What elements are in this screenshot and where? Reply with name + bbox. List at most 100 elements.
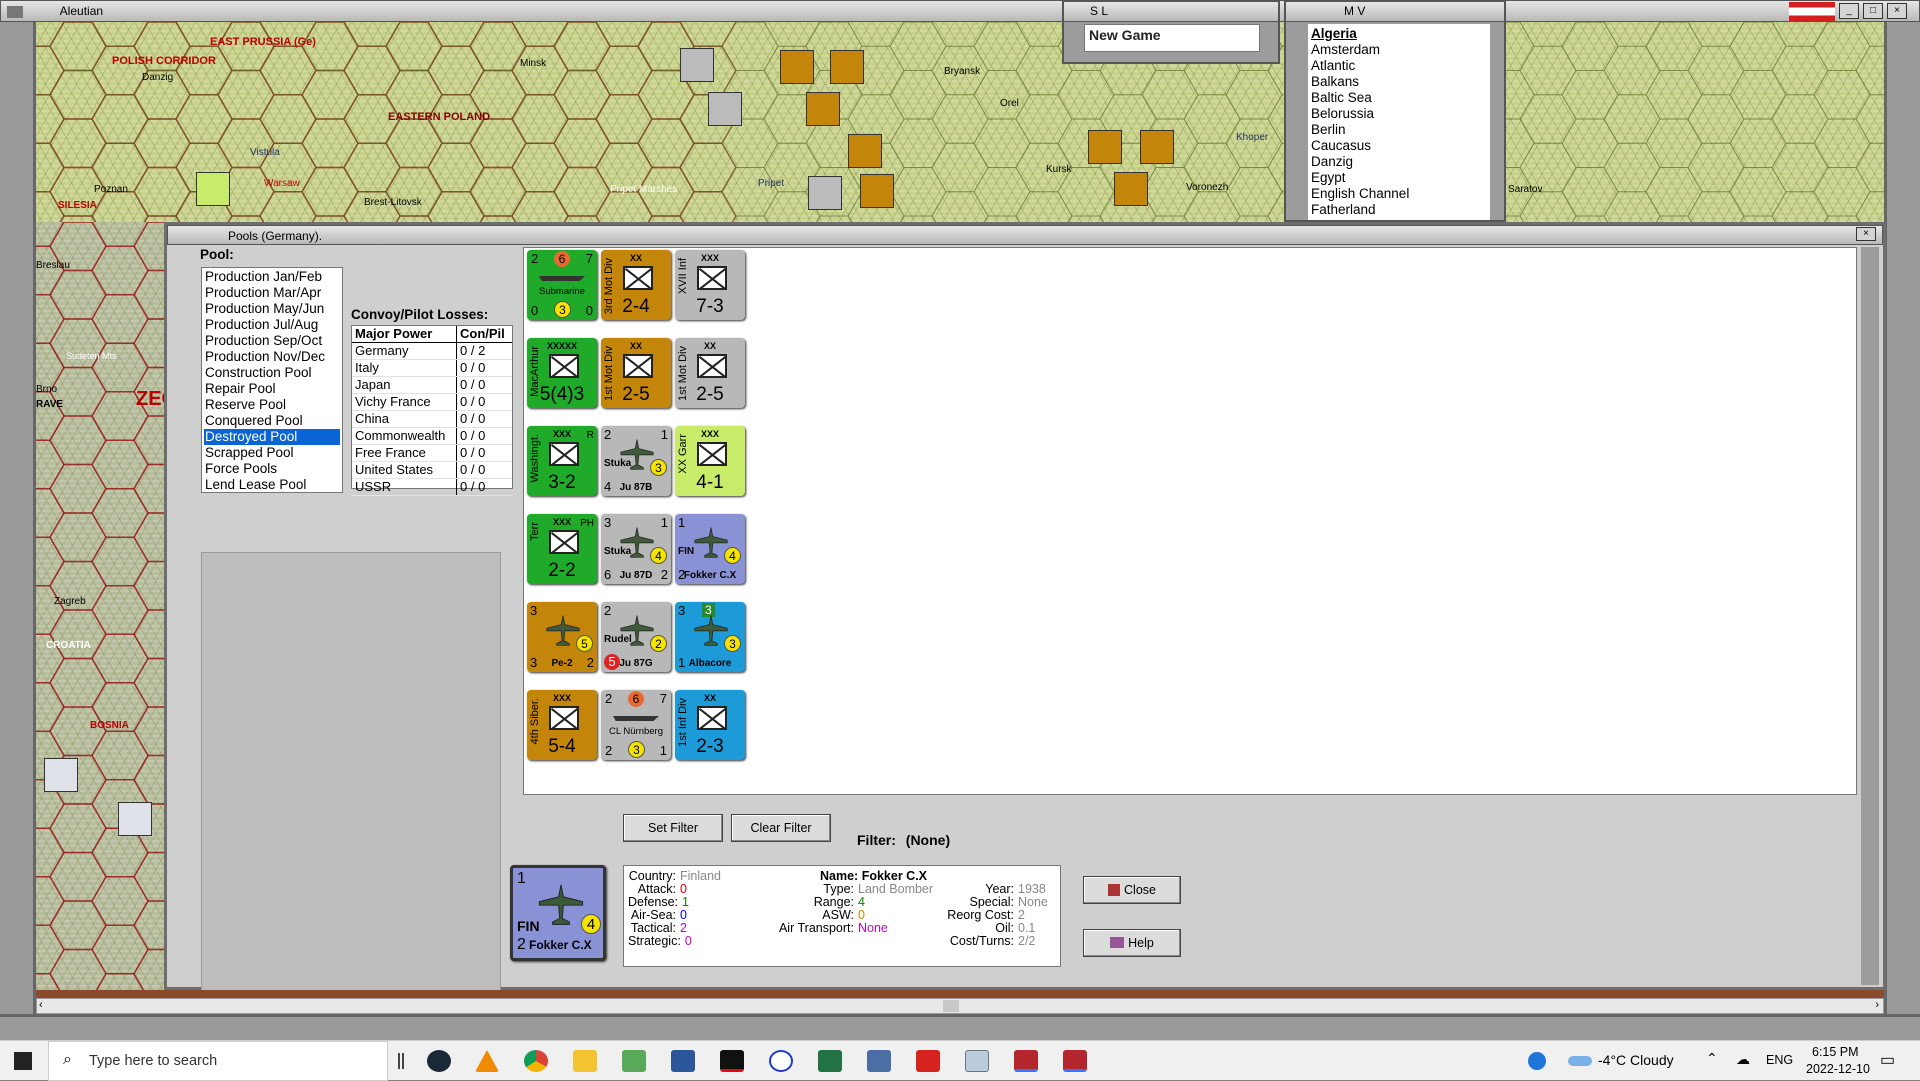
- help-button[interactable]: Help: [1083, 929, 1181, 957]
- pool-list[interactable]: Production Jan/Feb Production Mar/Apr Prod…: [201, 267, 343, 493]
- pool-list-item[interactable]: Scrapped Pool: [204, 445, 340, 461]
- mv-list-item[interactable]: Caucasus: [1311, 138, 1487, 154]
- clock-time[interactable]: 6:15 PM: [1812, 1045, 1859, 1059]
- disney-icon[interactable]: [769, 1050, 793, 1072]
- mv-list-item[interactable]: Baltic Sea: [1311, 90, 1487, 106]
- word-icon[interactable]: [671, 1050, 695, 1072]
- excel-icon[interactable]: [818, 1050, 842, 1072]
- map-unit-counter[interactable]: [118, 802, 152, 836]
- sl-list[interactable]: New Game: [1084, 24, 1260, 52]
- mv-list-item[interactable]: Berlin: [1311, 122, 1487, 138]
- unit-counter[interactable]: 2 1 Stuka 3 4 Ju 87B: [601, 426, 671, 496]
- map-unit-counter[interactable]: [680, 48, 714, 82]
- unit-counter[interactable]: XX 1st Mot Div 2-5: [601, 338, 671, 408]
- pool-list-item[interactable]: Destroyed Pool: [204, 429, 340, 445]
- mv-list-item[interactable]: English Channel: [1311, 186, 1487, 202]
- netflix-icon[interactable]: [720, 1050, 744, 1072]
- game-app-icon-2[interactable]: [1063, 1050, 1087, 1072]
- mv-list-item[interactable]: Egypt: [1311, 170, 1487, 186]
- counter-display-area[interactable]: 2 6 7 Submarine 0 3 0 XX 3rd Mot Div 2-4 XXX XVII I…: [523, 247, 1857, 795]
- map-unit-counter[interactable]: [830, 50, 864, 84]
- maximize-button[interactable]: □: [1863, 3, 1883, 19]
- close-button[interactable]: Close: [1083, 876, 1181, 904]
- unit-counter[interactable]: XXX XX Garr 4-1: [675, 426, 745, 496]
- weather-text[interactable]: -4°C Cloudy: [1598, 1052, 1674, 1068]
- scroll-thumb[interactable]: [943, 1000, 959, 1012]
- unit-counter[interactable]: 3 3 3 1 Albacore: [675, 602, 745, 672]
- unit-counter[interactable]: 2 6 7 CL Nürnberg 2 3 1: [601, 690, 671, 760]
- horizontal-scrollbar[interactable]: ‹ ›: [36, 998, 1884, 1014]
- map-unit-counter[interactable]: [808, 176, 842, 210]
- map-unit-counter[interactable]: [1088, 130, 1122, 164]
- clear-filter-button[interactable]: Clear Filter: [731, 814, 831, 842]
- notifications-icon[interactable]: ▭: [1880, 1050, 1895, 1070]
- close-window-button[interactable]: ×: [1887, 3, 1907, 19]
- unit-counter[interactable]: XX 3rd Mot Div 2-4: [601, 250, 671, 320]
- scroll-left-icon[interactable]: ‹: [39, 999, 43, 1011]
- game-app-icon[interactable]: [1014, 1050, 1038, 1072]
- mv-list-item[interactable]: Balkans: [1311, 74, 1487, 90]
- pool-list-item[interactable]: Force Pools: [204, 461, 340, 477]
- mv-list-item[interactable]: Algeria: [1311, 26, 1487, 42]
- map-unit-counter[interactable]: [1114, 172, 1148, 206]
- sl-item-new-game[interactable]: New Game: [1089, 27, 1161, 43]
- unit-counter[interactable]: 3 1 Stuka 4 6 Ju 87D 2: [601, 514, 671, 584]
- mv-list-item[interactable]: Belorussia: [1311, 106, 1487, 122]
- search-input-placeholder[interactable]: Type here to search: [89, 1053, 217, 1069]
- unit-counter[interactable]: XXX Terr PH 2-2: [527, 514, 597, 584]
- map-unit-counter[interactable]: [44, 758, 78, 792]
- map-unit-counter[interactable]: [1140, 130, 1174, 164]
- map-unit-counter[interactable]: [848, 134, 882, 168]
- pool-list-item[interactable]: Conquered Pool: [204, 413, 340, 429]
- mv-list-item[interactable]: Fatherland: [1311, 202, 1487, 218]
- steam-icon[interactable]: [427, 1050, 451, 1072]
- set-filter-button[interactable]: Set Filter: [623, 814, 723, 842]
- map-unit-counter[interactable]: [708, 92, 742, 126]
- mv-list[interactable]: Algeria Amsterdam Atlantic Balkans Balti…: [1308, 24, 1490, 220]
- mv-list-item[interactable]: Danzig: [1311, 154, 1487, 170]
- unit-counter[interactable]: XX 1st Mot Div 2-5: [675, 338, 745, 408]
- pool-list-item[interactable]: Production May/Jun: [204, 301, 340, 317]
- pool-list-item[interactable]: Repair Pool: [204, 381, 340, 397]
- pools-right-scrollbar[interactable]: [1861, 247, 1879, 985]
- mv-list-item[interactable]: Amsterdam: [1311, 42, 1487, 58]
- unit-counter[interactable]: 2 6 7 Submarine 0 3 0: [527, 250, 597, 320]
- unit-counter[interactable]: XXX Washingt. R 3-2: [527, 426, 597, 496]
- pools-close-icon[interactable]: ×: [1856, 227, 1876, 241]
- chrome-icon[interactable]: [524, 1050, 548, 1072]
- unit-counter[interactable]: XXXXX MacArthur 5(4)3: [527, 338, 597, 408]
- window-app-icon[interactable]: [965, 1050, 989, 1072]
- map-unit-counter[interactable]: [806, 92, 840, 126]
- pool-list-item[interactable]: Production Jul/Aug: [204, 317, 340, 333]
- acrobat-icon[interactable]: [916, 1050, 940, 1072]
- notepad-icon[interactable]: [622, 1050, 646, 1072]
- cloud-tray-icon[interactable]: ☁: [1736, 1051, 1750, 1068]
- windows-start-icon[interactable]: [14, 1052, 32, 1070]
- unit-counter[interactable]: XXX XVII Inf 7-3: [675, 250, 745, 320]
- pool-list-item[interactable]: Production Mar/Apr: [204, 285, 340, 301]
- language-indicator[interactable]: ENG: [1766, 1053, 1793, 1067]
- pool-list-item[interactable]: Production Sep/Oct: [204, 333, 340, 349]
- unit-counter[interactable]: 3 5 3 Pe-2 2: [527, 602, 597, 672]
- vlc-icon[interactable]: [475, 1050, 499, 1072]
- minimize-button[interactable]: _: [1839, 3, 1859, 19]
- map-unit-counter[interactable]: [780, 50, 814, 84]
- pool-list-item[interactable]: Reserve Pool: [204, 397, 340, 413]
- pool-list-item[interactable]: Construction Pool: [204, 365, 340, 381]
- taskbar-search[interactable]: ⌕ Type here to search: [48, 1041, 388, 1081]
- unit-counter[interactable]: 2 Rudel 2 5 Ju 87G: [601, 602, 671, 672]
- task-view-icon[interactable]: [398, 1053, 400, 1069]
- pool-list-item[interactable]: Lend Lease Pool: [204, 477, 340, 493]
- unit-counter[interactable]: 1 FIN 4 2 Fokker C.X: [675, 514, 745, 584]
- unit-counter[interactable]: XX 1st Inf Div 2-3: [675, 690, 745, 760]
- calculator-icon[interactable]: [867, 1050, 891, 1072]
- tray-chevron-icon[interactable]: ⌃: [1706, 1050, 1718, 1067]
- unit-counter[interactable]: XXX 4th Siber. 5-4: [527, 690, 597, 760]
- pool-list-item[interactable]: Production Nov/Dec: [204, 349, 340, 365]
- scroll-right-icon[interactable]: ›: [1875, 999, 1879, 1011]
- file-explorer-icon[interactable]: [573, 1050, 597, 1072]
- help-tray-icon[interactable]: [1528, 1052, 1546, 1070]
- clock-date[interactable]: 2022-12-10: [1806, 1062, 1870, 1076]
- pool-list-item[interactable]: Production Jan/Feb: [204, 269, 340, 285]
- map-unit-counter[interactable]: [860, 174, 894, 208]
